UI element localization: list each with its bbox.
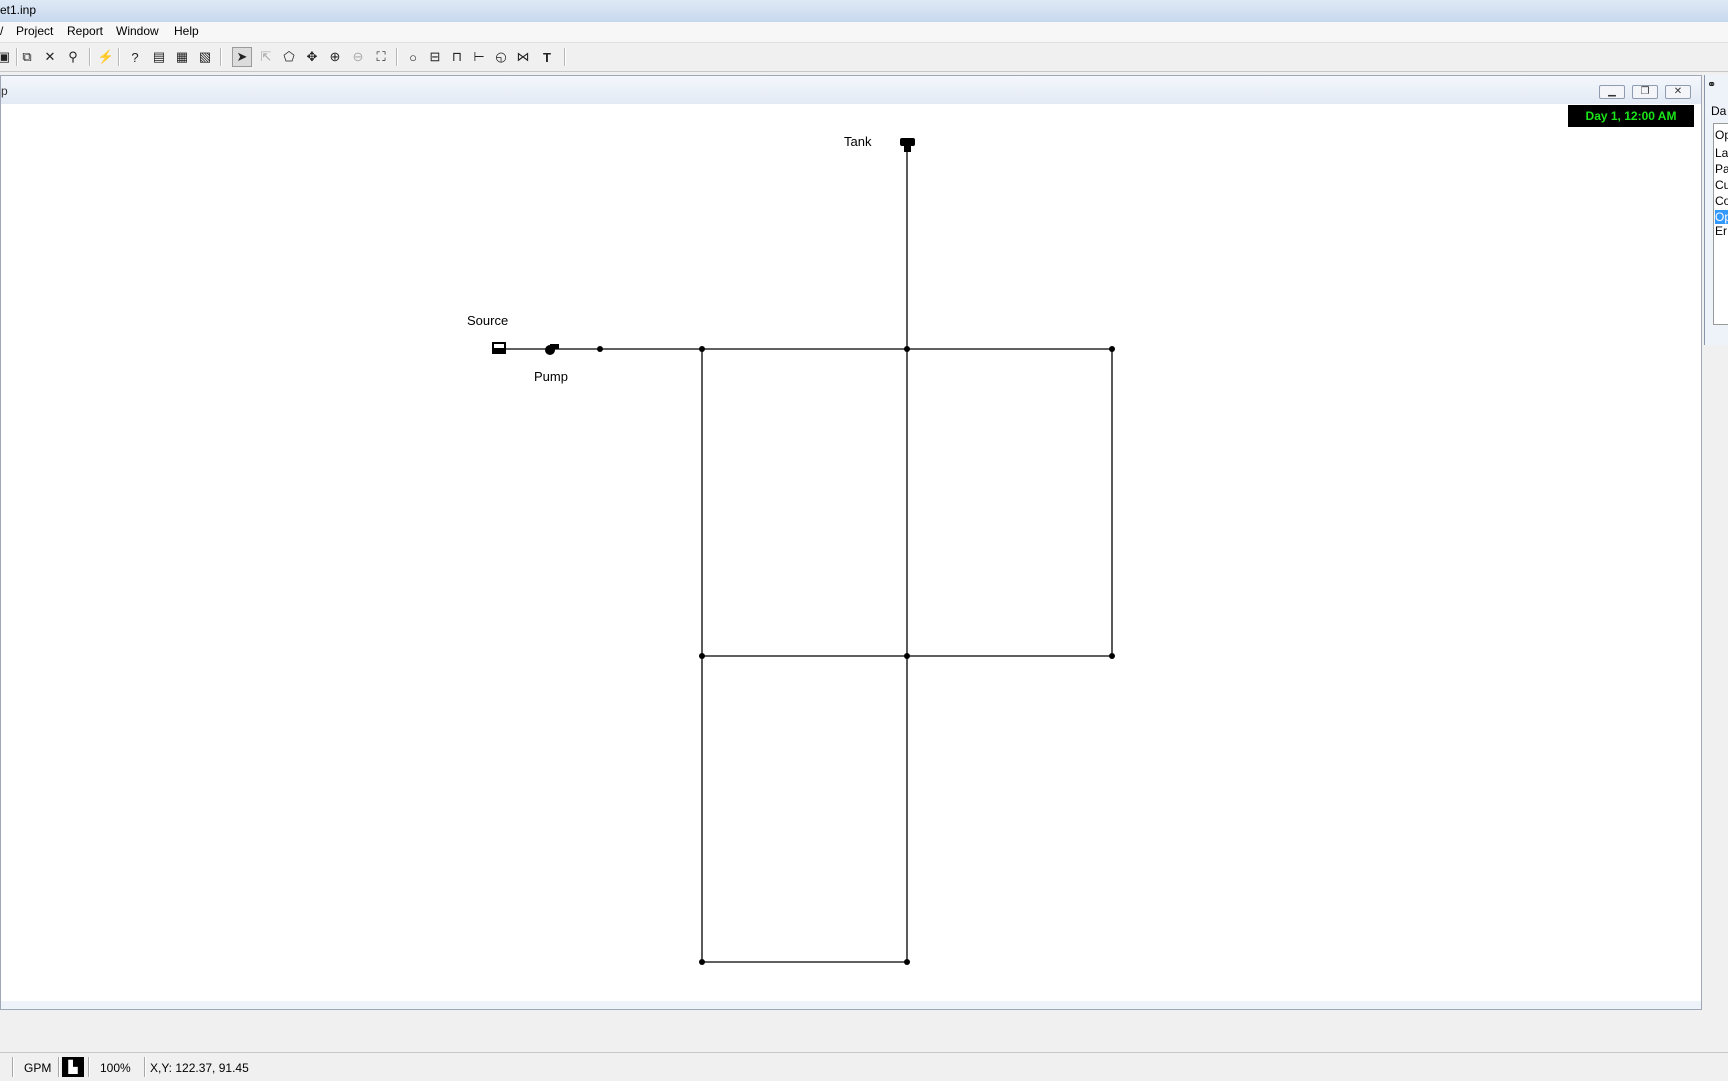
full-extent-icon[interactable]: ⛶ <box>371 47 391 67</box>
run-icon[interactable]: ⚡ <box>96 47 116 67</box>
auto-length-icon: ▙ <box>62 1057 84 1077</box>
add-reservoir-icon[interactable]: ⊟ <box>425 47 445 67</box>
add-label-icon[interactable]: T <box>537 47 557 67</box>
browser-tab-data[interactable]: Da <box>1711 104 1726 118</box>
list-item[interactable]: Cu <box>1715 178 1728 192</box>
copy-icon[interactable]: ⧉ <box>17 47 37 67</box>
list-item[interactable]: Er <box>1715 224 1727 238</box>
graph-icon[interactable]: ▤ <box>149 47 169 67</box>
flow-units: GPM <box>24 1061 52 1075</box>
delete-icon[interactable]: ✕ <box>40 47 60 67</box>
binoculars-icon: ⚭ <box>1707 79 1717 91</box>
browser-list[interactable]: Op La Pa Cu Co Op Er <box>1713 123 1728 325</box>
select-region-icon[interactable]: ⬠ <box>279 47 299 67</box>
list-item[interactable]: Co <box>1715 194 1728 208</box>
minimize-icon[interactable]: ▁ <box>1599 85 1625 99</box>
zoom-out-icon[interactable]: ⊖ <box>348 47 368 67</box>
cursor-coordinates: X,Y: 122.37, 91.45 <box>150 1061 249 1075</box>
map-window-caption: p ▁ ❐ ✕ <box>1 76 1701 104</box>
print-icon[interactable]: ▣ <box>0 47 14 67</box>
add-pump-icon[interactable]: ◵ <box>491 47 511 67</box>
table-icon[interactable]: ▦ <box>172 47 192 67</box>
list-item[interactable]: Pa <box>1715 162 1728 176</box>
window-title: et1.inp <box>0 3 37 17</box>
query-icon[interactable]: ? <box>125 47 145 67</box>
close-icon[interactable]: ✕ <box>1665 85 1691 99</box>
menu-item-window[interactable]: Window <box>116 24 159 38</box>
add-valve-icon[interactable]: ⋈ <box>513 47 533 67</box>
toolbar: ▣ ⧉ ✕ ⚲ ⚡ ? ▤ ▦ ▧ ➤ ⇱ ⬠ ✥ ⊕ ⊖ ⛶ ○ ⊟ ⊓ ⊢ … <box>0 43 1728 72</box>
options-icon[interactable]: ▧ <box>195 47 215 67</box>
network-map-window: p ▁ ❐ ✕ <box>0 75 1702 1010</box>
status-bar: GPM ▙ 100% X,Y: 122.37, 91.45 <box>0 1052 1728 1081</box>
list-item[interactable]: La <box>1715 146 1728 160</box>
add-junction-icon[interactable]: ○ <box>403 47 423 67</box>
maximize-icon[interactable]: ❐ <box>1632 85 1658 99</box>
menu-item-view-partial[interactable]: / <box>0 24 3 38</box>
map-canvas[interactable] <box>1 104 1701 1001</box>
add-pipe-icon[interactable]: ⊢ <box>469 47 489 67</box>
map-window-title: p <box>1 84 8 98</box>
menu-item-project[interactable]: Project <box>16 24 53 38</box>
browser-dropdown[interactable]: Op <box>1715 128 1728 142</box>
menu-bar: / Project Report Window Help <box>0 22 1728 43</box>
select-vertex-icon[interactable]: ⇱ <box>256 47 276 67</box>
title-bar: et1.inp <box>0 0 1728 23</box>
browser-panel: ⚭ Da Op La Pa Cu Co Op Er <box>1704 75 1728 345</box>
simulation-clock: Day 1, 12:00 AM <box>1568 105 1694 127</box>
select-object-icon[interactable]: ➤ <box>232 47 252 67</box>
pan-icon[interactable]: ✥ <box>302 47 322 67</box>
menu-item-help[interactable]: Help <box>174 24 199 38</box>
find-icon[interactable]: ⚲ <box>63 47 83 67</box>
add-tank-icon[interactable]: ⊓ <box>447 47 467 67</box>
zoom-level: 100% <box>100 1061 131 1075</box>
zoom-in-icon[interactable]: ⊕ <box>325 47 345 67</box>
menu-item-report[interactable]: Report <box>67 24 103 38</box>
list-item-selected[interactable]: Op <box>1715 210 1728 224</box>
